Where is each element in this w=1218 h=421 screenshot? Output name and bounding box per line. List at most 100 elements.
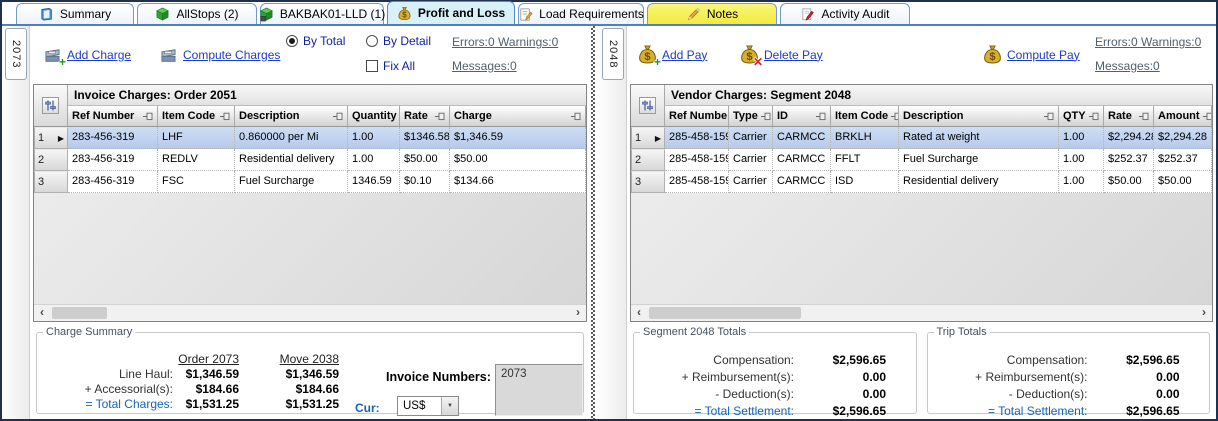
grid-cell[interactable]: $50.00 (450, 149, 586, 171)
grid-cell[interactable]: REDLV (158, 149, 235, 171)
table-row[interactable]: 2283-456-319REDLVResidential delivery1.0… (34, 149, 586, 171)
grid-cell[interactable]: 283-456-319 (68, 171, 158, 193)
row-selector[interactable]: 1▶ (631, 127, 665, 149)
fix-all-checkbox[interactable]: Fix All (366, 59, 415, 73)
table-row[interactable]: 1▶283-456-319LHF0.860000 per Mi1.00$1346… (34, 127, 586, 149)
grid-cell[interactable]: $2,294.28 (1104, 127, 1154, 149)
grid-cell[interactable]: $0.10 (400, 171, 450, 193)
grid-cell[interactable]: 283-456-319 (68, 127, 158, 149)
by-total-radio[interactable]: By Total (286, 34, 345, 48)
scroll-left-arrow[interactable]: ‹ (34, 305, 50, 321)
column-header-charge[interactable]: Charge (450, 106, 586, 127)
column-header-id[interactable]: ID (773, 106, 831, 127)
grid-cell[interactable]: Residential delivery (899, 171, 1059, 193)
pin-column-icon[interactable] (1044, 112, 1054, 121)
grid-cell[interactable]: BRKLH (831, 127, 899, 149)
grid-cell[interactable]: Carrier (729, 127, 773, 149)
column-chooser-icon[interactable] (639, 97, 656, 114)
pin-column-icon[interactable] (816, 112, 826, 121)
pin-column-icon[interactable] (1089, 112, 1099, 121)
tab-load-requirements[interactable]: Load Requirements (518, 3, 644, 24)
table-row[interactable]: 3283-456-319FSCFuel Surcharge1346.59$0.1… (34, 171, 586, 193)
table-row[interactable]: 1▶285-458-159CarrierCARMCCBRKLHRated at … (631, 127, 1212, 149)
column-header-ref-numbe[interactable]: Ref Numbe (665, 106, 729, 127)
column-header-type[interactable]: Type (729, 106, 773, 127)
grid-cell[interactable]: 1.00 (1059, 127, 1104, 149)
column-header-description[interactable]: Description (235, 106, 348, 127)
compute-pay-button[interactable]: $ Compute Pay (982, 44, 1080, 65)
tab-bakbak01-lld[interactable]: BAKBAK01-LLD (1) (260, 3, 384, 24)
currency-select[interactable]: US$ ▼ (397, 396, 459, 416)
scroll-right-arrow[interactable]: › (570, 305, 586, 321)
add-charge-button[interactable]: + Add Charge (42, 44, 131, 65)
grid-cell[interactable]: $252.37 (1104, 149, 1154, 171)
column-header-qty[interactable]: QTY (1059, 106, 1104, 127)
column-chooser-icon[interactable] (42, 97, 59, 114)
pin-column-icon[interactable] (1139, 112, 1149, 121)
grid-cell[interactable]: 0.860000 per Mi (235, 127, 348, 149)
scroll-left-arrow[interactable]: ‹ (631, 305, 647, 321)
grid-cell[interactable]: $252.37 (1154, 149, 1212, 171)
tab-activity-audit[interactable]: Activity Audit (780, 3, 910, 24)
errors-warnings-link[interactable]: Errors:0 Warnings:0 (1095, 35, 1201, 49)
column-header-ref-number[interactable]: Ref Number (68, 106, 158, 127)
pin-column-icon[interactable] (1203, 112, 1212, 121)
grid-cell[interactable]: CARMCC (773, 171, 831, 193)
pin-column-icon[interactable] (220, 112, 230, 121)
column-header-quantity[interactable]: Quantity (348, 106, 400, 127)
order-side-tab[interactable]: 2073 (5, 28, 27, 80)
column-header-amount[interactable]: Amount (1154, 106, 1212, 127)
scrollbar-thumb[interactable] (649, 307, 801, 319)
grid-cell[interactable]: Fuel Surcharge (235, 171, 348, 193)
grid-cell[interactable]: 285-458-159 (665, 127, 729, 149)
pin-column-icon[interactable] (891, 112, 899, 121)
grid-cell[interactable]: LHF (158, 127, 235, 149)
add-pay-button[interactable]: $ + Add Pay (637, 44, 707, 65)
row-selector[interactable]: 3 (34, 171, 68, 193)
column-header-rate[interactable]: Rate (1104, 106, 1154, 127)
scrollbar-thumb[interactable] (52, 307, 107, 319)
grid-cell[interactable]: 285-458-159 (665, 149, 729, 171)
row-selector[interactable]: 1▶ (34, 127, 68, 149)
grid-cell[interactable]: 1.00 (348, 149, 400, 171)
compute-charges-button[interactable]: Compute Charges (158, 44, 280, 65)
grid-cell[interactable]: ISD (831, 171, 899, 193)
panel-splitter[interactable] (590, 26, 599, 419)
tab-notes[interactable]: Notes (647, 3, 777, 24)
grid-cell[interactable]: Carrier (729, 171, 773, 193)
grid-cell[interactable]: 1.00 (348, 127, 400, 149)
by-detail-radio[interactable]: By Detail (366, 34, 431, 48)
row-selector[interactable]: 2 (34, 149, 68, 171)
horizontal-scrollbar[interactable]: ‹ › (631, 304, 1212, 321)
grid-cell[interactable]: $50.00 (1154, 171, 1212, 193)
horizontal-scrollbar[interactable]: ‹ › (34, 304, 586, 321)
scroll-right-arrow[interactable]: › (1196, 305, 1212, 321)
tab-allstops[interactable]: AllStops (2) (137, 3, 257, 24)
grid-cell[interactable]: 1.00 (1059, 171, 1104, 193)
column-header-rate[interactable]: Rate (400, 106, 450, 127)
pin-column-icon[interactable] (143, 112, 153, 121)
grid-cell[interactable]: 285-458-159 (665, 171, 729, 193)
grid-cell[interactable]: $50.00 (1104, 171, 1154, 193)
grid-cell[interactable]: $134.66 (450, 171, 586, 193)
delete-pay-button[interactable]: $ ✕ Delete Pay (739, 44, 823, 65)
column-header-item-code[interactable]: Item Code (158, 106, 235, 127)
errors-warnings-link[interactable]: Errors:0 Warnings:0 (452, 35, 558, 49)
row-selector[interactable]: 3 (631, 171, 665, 193)
pin-column-icon[interactable] (333, 112, 343, 121)
grid-cell[interactable]: 283-456-319 (68, 149, 158, 171)
tab-summary[interactable]: Summary (16, 3, 134, 24)
chevron-down-icon[interactable]: ▼ (441, 397, 458, 415)
grid-cell[interactable]: $1346.588 (400, 127, 450, 149)
grid-cell[interactable]: CARMCC (773, 127, 831, 149)
grid-cell[interactable]: $1,346.59 (450, 127, 586, 149)
grid-cell[interactable]: Carrier (729, 149, 773, 171)
pin-column-icon[interactable] (435, 112, 445, 121)
pin-column-icon[interactable] (761, 112, 771, 121)
segment-side-tab[interactable]: 2048 (602, 28, 624, 80)
grid-cell[interactable]: Residential delivery (235, 149, 348, 171)
grid-cell[interactable]: Fuel Surcharge (899, 149, 1059, 171)
grid-cell[interactable]: 1346.59 (348, 171, 400, 193)
grid-cell[interactable]: $50.00 (400, 149, 450, 171)
table-row[interactable]: 3285-458-159CarrierCARMCCISDResidential … (631, 171, 1212, 193)
